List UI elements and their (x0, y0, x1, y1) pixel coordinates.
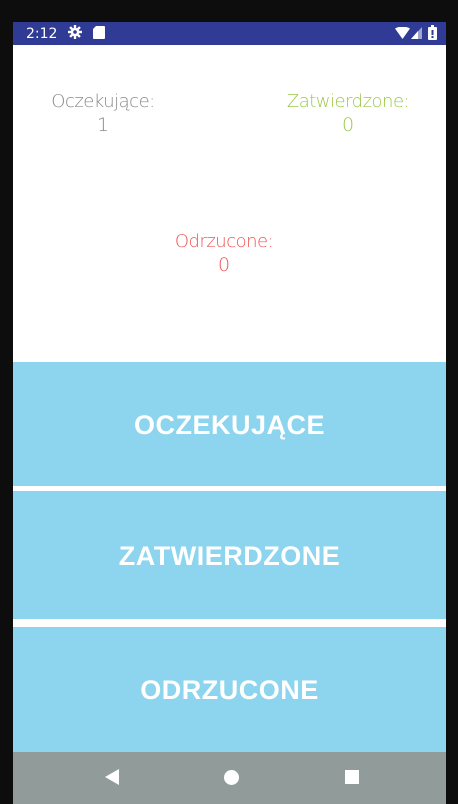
gear-icon (68, 25, 82, 39)
pending-stat-value: 1 (96, 114, 110, 136)
wifi-icon (395, 27, 410, 39)
approved-button[interactable]: ZATWIERDZONE (13, 491, 446, 619)
pending-stat-label: Oczekujące: (51, 91, 155, 112)
rejected-button-label: ODRZUCONE (140, 675, 319, 705)
signal-icon (411, 27, 422, 39)
back-icon[interactable] (105, 769, 119, 785)
battery-icon (428, 25, 437, 40)
status-time: 2:12 (26, 26, 58, 42)
pending-button[interactable]: OCZEKUJĄCE (13, 362, 446, 486)
navigation-bar (13, 752, 446, 804)
approved-stat-label: Zatwierdzone: (286, 91, 410, 112)
rejected-button[interactable]: ODRZUCONE (13, 627, 446, 752)
rejected-stat-label: Odrzucone: (174, 231, 274, 252)
rejected-stat-value: 0 (217, 254, 231, 276)
approved-stat: Zatwierdzone: 0 (267, 91, 429, 137)
pending-button-label: OCZEKUJĄCE (133, 410, 326, 440)
sd-card-icon (93, 26, 105, 39)
pending-stat: Oczekujące: 1 (33, 91, 173, 137)
approved-stat-value: 0 (341, 114, 355, 136)
device-frame: 2:12 Oczekujące: 1 Zatwierdzone: 0 Odrzu… (0, 0, 458, 804)
home-icon[interactable] (224, 770, 239, 785)
recents-icon[interactable] (345, 770, 359, 784)
approved-button-label: ZATWIERDZONE (118, 541, 341, 571)
status-bar: 2:12 (13, 22, 446, 45)
rejected-stat: Odrzucone: 0 (159, 231, 289, 277)
app-screen: 2:12 Oczekujące: 1 Zatwierdzone: 0 Odrzu… (13, 22, 446, 804)
